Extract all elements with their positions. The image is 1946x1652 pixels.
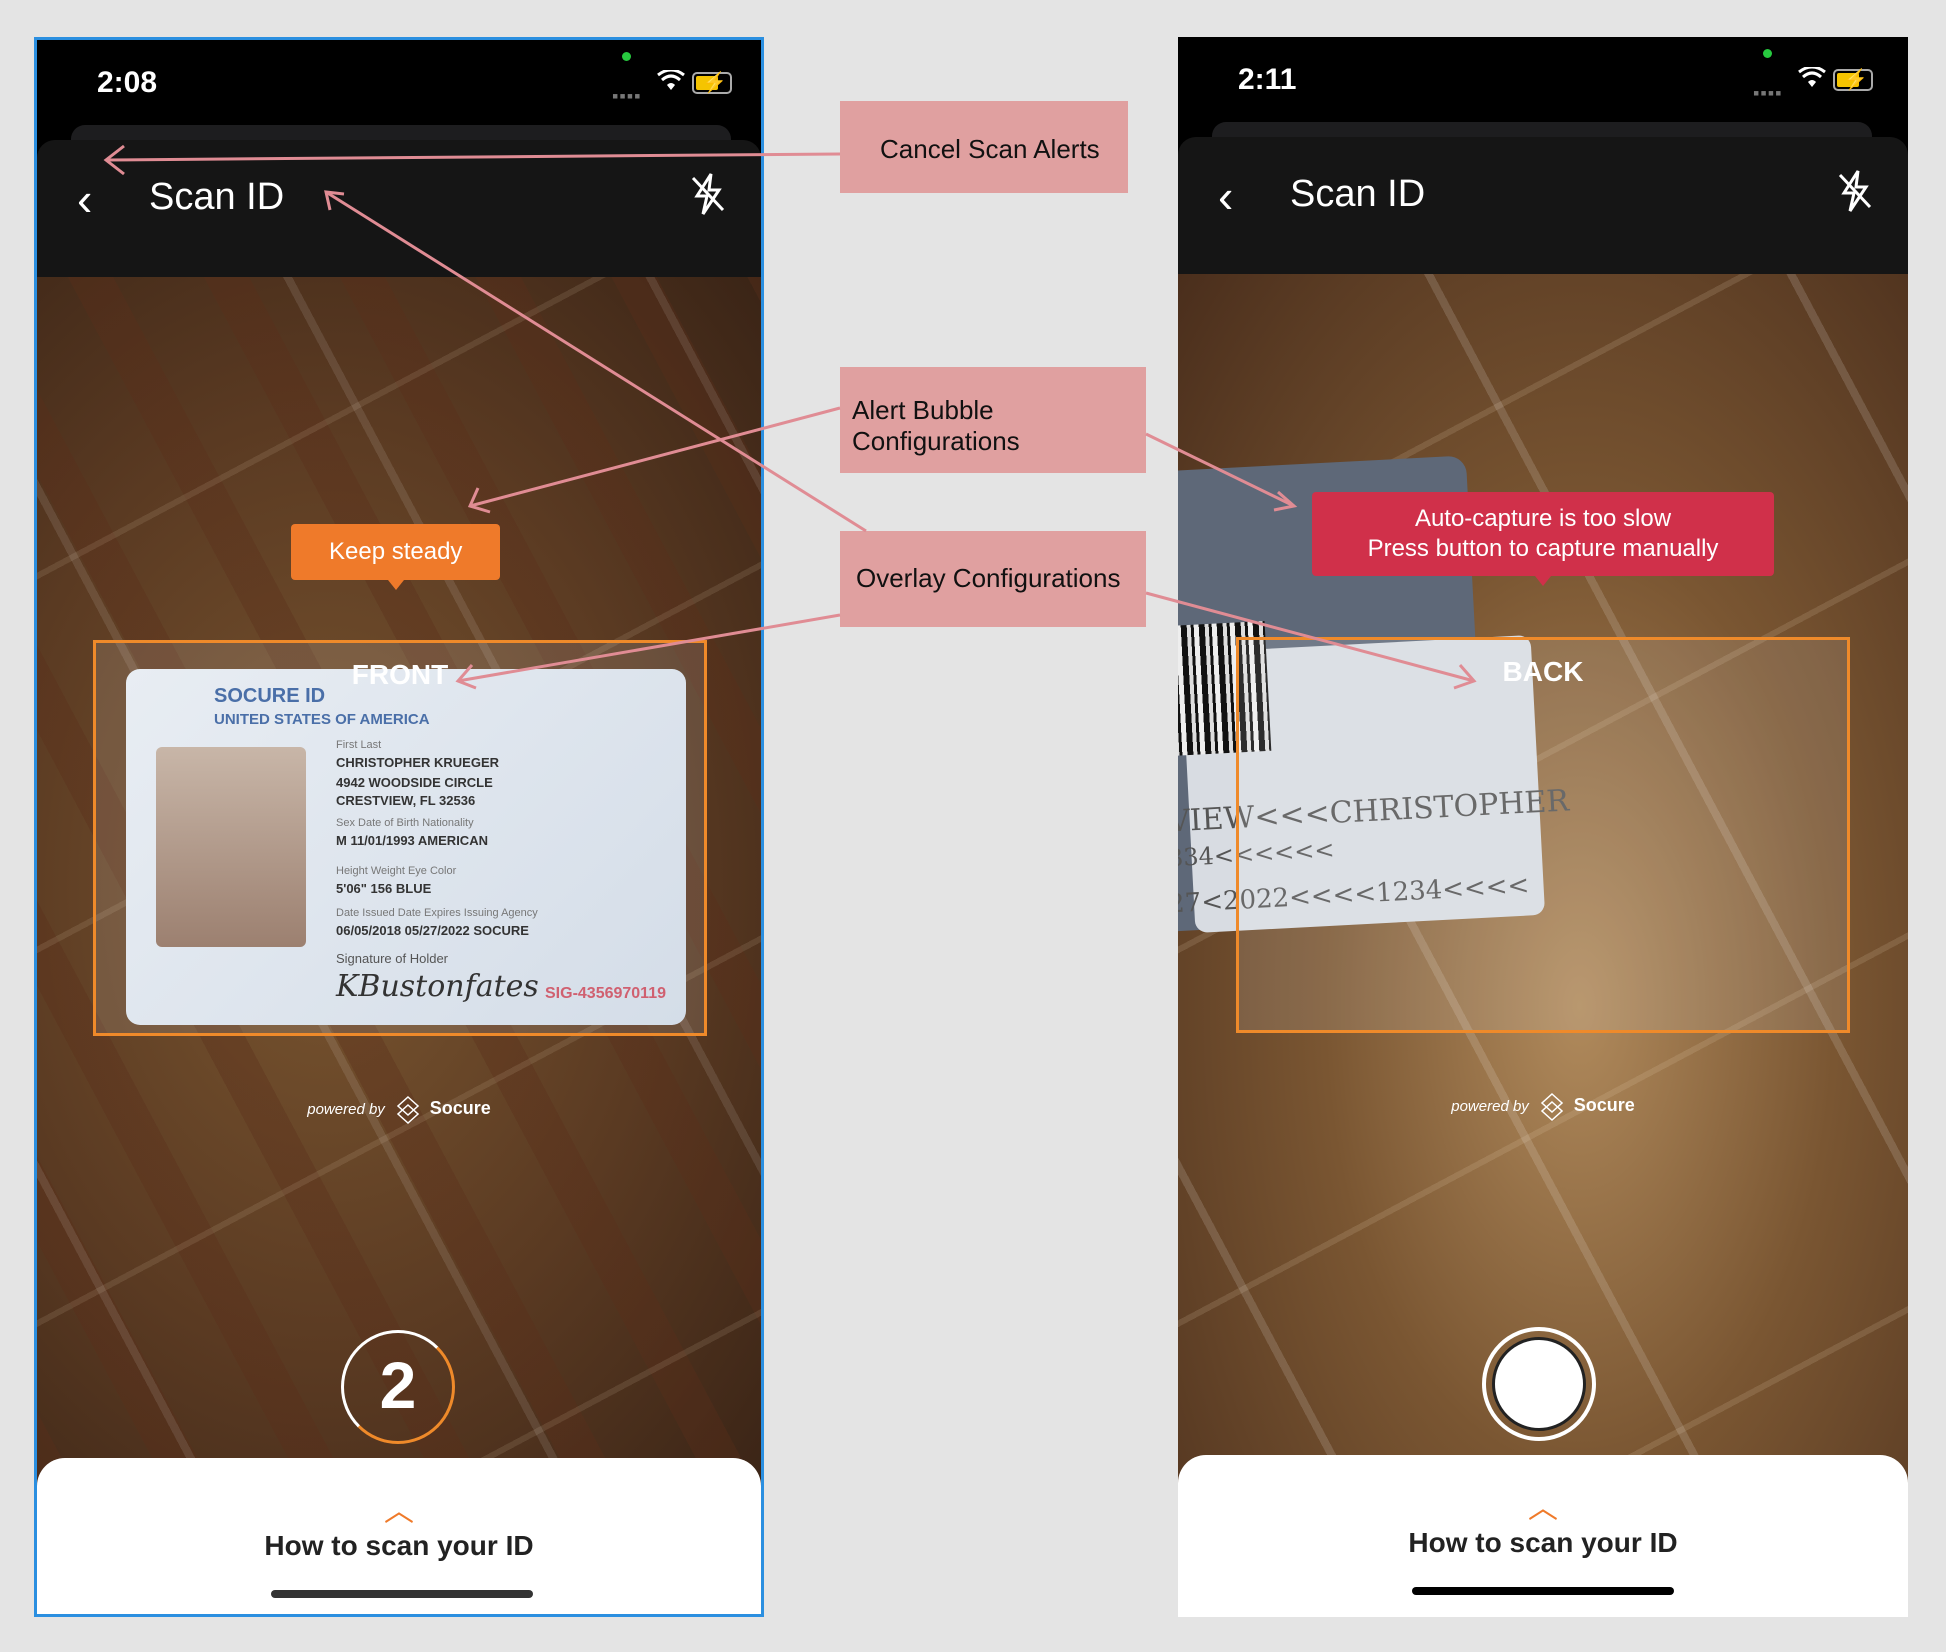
page-title: Scan ID	[1290, 173, 1426, 215]
back-chevron-icon[interactable]: ‹	[77, 176, 92, 222]
instructions-sheet[interactable]: ︿ How to scan your ID	[1178, 1455, 1908, 1617]
id-photo	[156, 747, 306, 947]
left-phone-screen: 2:08 ▪▪▪▪ ⚡ ‹ Scan ID Keep steady SOCURE…	[34, 37, 764, 1617]
expand-chevron-icon[interactable]: ︿	[1178, 1483, 1908, 1527]
right-phone-screen: 2:11 ▪▪▪▪ ⚡ ‹ Scan ID VIEW<<<CHRISTOPHER…	[1178, 37, 1908, 1617]
alert-bubble: Auto-capture is too slow Press button to…	[1312, 492, 1774, 586]
wifi-icon	[1798, 67, 1826, 87]
id-country: UNITED STATES OF AMERICA	[214, 711, 430, 728]
id-card-front: SOCURE ID UNITED STATES OF AMERICA First…	[126, 669, 686, 1025]
flash-off-icon[interactable]	[1836, 169, 1874, 213]
back-chevron-icon[interactable]: ‹	[1218, 173, 1233, 219]
alert-bubble-tail	[387, 580, 404, 590]
capture-button[interactable]	[1482, 1327, 1596, 1441]
nav-bar: ‹ Scan ID	[1178, 137, 1908, 274]
annotation-label: Alert Bubble Configurations	[852, 395, 1020, 456]
overlay-label: FRONT	[351, 659, 449, 690]
battery-icon: ⚡	[1833, 69, 1873, 91]
annotation-cancel-scan-alerts: Cancel Scan Alerts	[840, 101, 1128, 193]
socure-logo-icon	[1541, 1093, 1564, 1121]
annotation-overlay: Overlay Configurations	[840, 531, 1146, 627]
id-signature-number: SIG-4356970119	[545, 985, 666, 1002]
battery-icon: ⚡	[692, 72, 732, 94]
alert-bubble-line: Auto-capture is too slow	[1414, 505, 1672, 532]
countdown-capture-button[interactable]: 2	[341, 1330, 455, 1444]
signal-icon: ▪▪▪▪	[1753, 83, 1783, 103]
powered-by-text: powered by	[1451, 1098, 1529, 1116]
alert-bubble-tail	[1535, 576, 1551, 586]
powered-by: powered by Socure	[37, 1096, 761, 1124]
id-field: 4942 WOODSIDE CIRCLE	[336, 775, 493, 790]
flash-off-icon[interactable]	[689, 172, 727, 216]
expand-chevron-icon[interactable]: ︿	[37, 1486, 761, 1530]
powered-by-text: powered by	[307, 1101, 385, 1119]
sheet-title[interactable]: How to scan your ID	[37, 1530, 761, 1562]
id-field: CRESTVIEW, FL 32536	[336, 793, 476, 808]
scan-overlay-frame: BACK	[1236, 637, 1850, 1033]
status-time: 2:11	[1238, 63, 1297, 96]
id-field: Date Issued Date Expires Issuing Agency	[336, 907, 538, 919]
powered-by-brand: Socure	[1573, 1095, 1635, 1116]
id-field: M 11/01/1993 AMERICAN	[336, 833, 488, 848]
annotation-label: Cancel Scan Alerts	[880, 134, 1100, 164]
countdown-number: 2	[379, 1348, 417, 1422]
camera-indicator-icon	[1763, 49, 1772, 58]
powered-by: powered by Socure	[1178, 1093, 1908, 1121]
sheet-title[interactable]: How to scan your ID	[1178, 1527, 1908, 1559]
page-title: Scan ID	[149, 176, 285, 218]
id-field: CHRISTOPHER KRUEGER	[336, 755, 500, 770]
status-bar: 2:11 ▪▪▪▪ ⚡	[1178, 37, 1908, 162]
wifi-icon	[657, 70, 685, 90]
alert-bubble-text: Keep steady	[329, 538, 463, 565]
status-time: 2:08	[97, 66, 158, 99]
powered-by-brand: Socure	[429, 1098, 491, 1119]
nav-bar: ‹ Scan ID	[37, 140, 761, 277]
home-indicator	[271, 1590, 533, 1598]
id-field: 5'06" 156 BLUE	[336, 881, 432, 896]
camera-indicator-icon	[622, 52, 631, 61]
id-signature-label: Signature of Holder	[336, 951, 449, 966]
alert-bubble: Keep steady	[291, 524, 501, 590]
annotation-label: Overlay Configurations	[856, 563, 1121, 593]
overlay-label: BACK	[1502, 656, 1584, 687]
annotation-alert-bubble: Alert Bubble Configurations	[840, 367, 1146, 473]
id-field: Height Weight Eye Color	[336, 865, 457, 877]
id-field: Sex Date of Birth Nationality	[336, 817, 474, 829]
scan-overlay-frame: SOCURE ID UNITED STATES OF AMERICA First…	[93, 640, 707, 1036]
alert-bubble-line: Press button to capture manually	[1367, 535, 1719, 562]
socure-logo-icon	[397, 1096, 420, 1124]
status-bar: 2:08 ▪▪▪▪ ⚡	[37, 40, 761, 165]
id-field: First Last	[336, 739, 382, 751]
id-signature: KBustonfates	[336, 969, 539, 1004]
home-indicator	[1412, 1587, 1674, 1595]
instructions-sheet[interactable]: ︿ How to scan your ID	[37, 1458, 761, 1614]
id-field: 06/05/2018 05/27/2022 SOCURE	[336, 923, 529, 938]
signal-icon: ▪▪▪▪	[612, 86, 642, 106]
capture-button-inner	[1492, 1337, 1586, 1431]
